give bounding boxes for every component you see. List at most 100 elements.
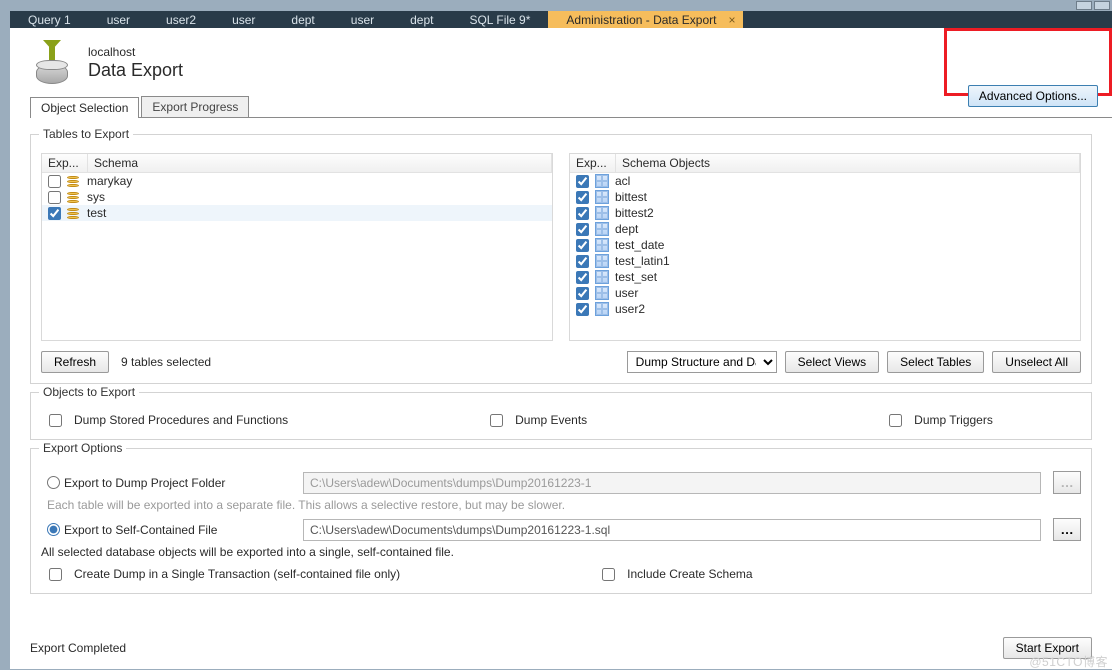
group-legend: Objects to Export: [39, 385, 139, 399]
browse-folder-button: …: [1053, 471, 1081, 494]
page-header: localhost Data Export: [10, 28, 1112, 90]
table-check[interactable]: [576, 255, 589, 268]
tab-dept-1[interactable]: dept: [273, 11, 332, 28]
win-min-icon[interactable]: [1076, 1, 1092, 10]
object-list[interactable]: Exp... Schema Objects acl bittest bittes…: [569, 153, 1081, 341]
table-icon: [595, 238, 609, 252]
file-hint: All selected database objects will be ex…: [41, 545, 1081, 559]
table-name: test_date: [615, 238, 664, 252]
schema-check[interactable]: [48, 175, 61, 188]
objects-to-export-group: Objects to Export Dump Stored Procedures…: [30, 392, 1092, 440]
tab-administration-data-export[interactable]: Administration - Data Export ×: [548, 11, 743, 28]
status-label: Export Completed: [30, 641, 126, 655]
refresh-button[interactable]: Refresh: [41, 351, 109, 373]
table-name: test_set: [615, 270, 657, 284]
select-views-button[interactable]: Select Views: [785, 351, 879, 373]
table-row[interactable]: test_latin1: [570, 253, 1080, 269]
group-legend: Tables to Export: [39, 127, 133, 141]
tab-export-progress[interactable]: Export Progress: [141, 96, 249, 117]
tab-sql-file-9[interactable]: SQL File 9*: [451, 11, 548, 28]
table-icon: [595, 174, 609, 188]
advanced-options-button[interactable]: Advanced Options...: [968, 85, 1098, 107]
selected-count-label: 9 tables selected: [121, 355, 211, 369]
table-row[interactable]: bittest2: [570, 205, 1080, 221]
data-export-icon: [30, 42, 74, 84]
table-name: test_latin1: [615, 254, 670, 268]
dump-triggers-checkbox[interactable]: Dump Triggers: [887, 413, 993, 427]
col-schema[interactable]: Schema: [88, 154, 552, 172]
schema-list[interactable]: Exp... Schema marykay sys test: [41, 153, 553, 341]
col-objects[interactable]: Schema Objects: [616, 154, 1080, 172]
table-check[interactable]: [576, 175, 589, 188]
host-label: localhost: [88, 45, 183, 59]
table-icon: [595, 222, 609, 236]
subtab-strip: Object Selection Export Progress: [30, 96, 1112, 118]
schema-row[interactable]: sys: [42, 189, 552, 205]
select-tables-button[interactable]: Select Tables: [887, 351, 984, 373]
document-tabstrip: Query 1 user user2 user dept user dept S…: [10, 11, 1112, 28]
single-transaction-checkbox[interactable]: Create Dump in a Single Transaction (sel…: [47, 567, 400, 581]
table-row[interactable]: bittest: [570, 189, 1080, 205]
schema-check[interactable]: [48, 207, 61, 220]
workarea: localhost Data Export Advanced Options..…: [10, 28, 1112, 669]
schema-check[interactable]: [48, 191, 61, 204]
tab-label: Administration - Data Export: [566, 12, 716, 28]
unselect-all-button[interactable]: Unselect All: [992, 351, 1081, 373]
tab-user-1[interactable]: user: [89, 11, 148, 28]
tab-dept-2[interactable]: dept: [392, 11, 451, 28]
folder-path-input: [303, 472, 1041, 494]
table-row[interactable]: test_date: [570, 237, 1080, 253]
table-name: user2: [615, 302, 645, 316]
dump-sp-checkbox[interactable]: Dump Stored Procedures and Functions: [47, 413, 288, 427]
database-icon: [67, 190, 81, 204]
tab-query-1[interactable]: Query 1: [10, 11, 89, 28]
table-row[interactable]: test_set: [570, 269, 1080, 285]
tab-object-selection[interactable]: Object Selection: [30, 97, 139, 118]
table-row[interactable]: user2: [570, 301, 1080, 317]
win-max-icon[interactable]: [1094, 1, 1110, 10]
table-icon: [595, 270, 609, 284]
table-check[interactable]: [576, 303, 589, 316]
schema-row[interactable]: marykay: [42, 173, 552, 189]
start-export-button[interactable]: Start Export: [1003, 637, 1092, 659]
dump-mode-select[interactable]: Dump Structure and Dat: [627, 351, 777, 373]
database-icon: [67, 206, 81, 220]
export-file-radio[interactable]: Export to Self-Contained File: [41, 523, 291, 537]
table-check[interactable]: [576, 271, 589, 284]
left-gutter: [0, 11, 10, 669]
table-row[interactable]: acl: [570, 173, 1080, 189]
col-export[interactable]: Exp...: [570, 154, 616, 172]
close-icon[interactable]: ×: [726, 12, 737, 28]
table-check[interactable]: [576, 207, 589, 220]
database-icon: [67, 174, 81, 188]
browse-file-button[interactable]: …: [1053, 518, 1081, 541]
group-legend: Export Options: [39, 441, 126, 455]
window-controls: [0, 0, 1112, 11]
dump-events-checkbox[interactable]: Dump Events: [488, 413, 587, 427]
folder-hint: Each table will be exported into a separ…: [47, 498, 1081, 512]
table-row[interactable]: dept: [570, 221, 1080, 237]
table-name: bittest: [615, 190, 647, 204]
export-folder-radio[interactable]: Export to Dump Project Folder: [41, 476, 291, 490]
table-check[interactable]: [576, 239, 589, 252]
table-check[interactable]: [576, 223, 589, 236]
tab-user-2[interactable]: user: [214, 11, 273, 28]
table-check[interactable]: [576, 287, 589, 300]
file-path-input[interactable]: [303, 519, 1041, 541]
export-options-group: Export Options Export to Dump Project Fo…: [30, 448, 1092, 594]
schema-name: test: [87, 206, 106, 220]
table-icon: [595, 254, 609, 268]
table-check[interactable]: [576, 191, 589, 204]
tab-user2[interactable]: user2: [148, 11, 214, 28]
schema-name: sys: [87, 190, 105, 204]
col-export[interactable]: Exp...: [42, 154, 88, 172]
table-row[interactable]: user: [570, 285, 1080, 301]
include-create-schema-checkbox[interactable]: Include Create Schema: [600, 567, 752, 581]
tab-user-3[interactable]: user: [333, 11, 392, 28]
tables-to-export-group: Tables to Export Exp... Schema marykay s…: [30, 134, 1092, 384]
schema-row[interactable]: test: [42, 205, 552, 221]
schema-name: marykay: [87, 174, 132, 188]
table-icon: [595, 286, 609, 300]
table-icon: [595, 302, 609, 316]
table-name: acl: [615, 174, 630, 188]
